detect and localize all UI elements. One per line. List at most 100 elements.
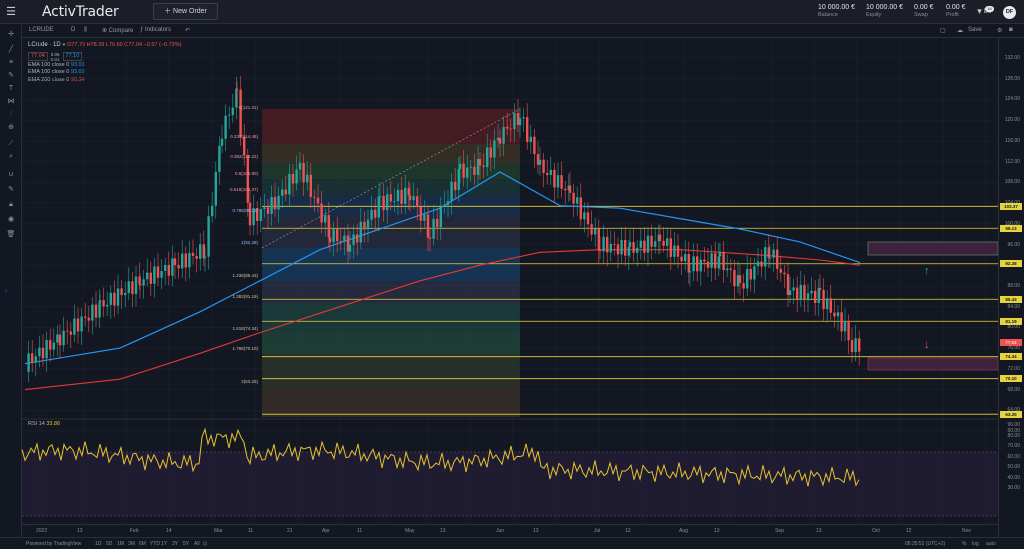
candle-body [153, 266, 156, 284]
candle-body [127, 281, 130, 293]
candle-body [556, 175, 560, 188]
candle-body [818, 287, 822, 290]
candle-body [583, 212, 586, 220]
candle-body [803, 284, 806, 300]
candle-body [246, 155, 249, 203]
candle-body [654, 241, 657, 247]
candle-body [462, 163, 465, 178]
range-button-1m[interactable]: 1M [117, 541, 124, 547]
time-tick: May [405, 528, 415, 534]
candle-body [602, 236, 605, 252]
candle-body [753, 266, 756, 280]
candle-body [666, 238, 669, 246]
auto-toggle[interactable]: auto [986, 541, 996, 547]
candle-body [412, 196, 415, 201]
candle-body [606, 236, 609, 253]
level-price-label: 70.10 [1000, 375, 1022, 383]
range-button-all[interactable]: All [194, 541, 200, 547]
range-button-5d[interactable]: 5D [106, 541, 112, 547]
candle-body [506, 126, 509, 129]
candle-body [382, 195, 385, 211]
candle-body [211, 205, 214, 217]
fib-level-label: 0.382(110.22) [230, 154, 258, 159]
fib-level-label: 1.786(70.10) [232, 346, 258, 351]
candle-body [792, 287, 795, 291]
price-chart[interactable]: ↑ ↓ 0(121.31) 0.236(114.48) 0.382(110.22) 0… [0, 0, 1024, 549]
fib-zone-5 [262, 216, 520, 248]
candle-body [102, 300, 105, 307]
range-button-1y[interactable]: 1Y [161, 541, 167, 547]
percent-toggle[interactable]: % [962, 541, 966, 547]
candle-body [378, 195, 382, 197]
candle-body [324, 215, 327, 223]
candle-body [466, 167, 469, 178]
candle-body [302, 162, 305, 183]
candle-body [486, 147, 489, 167]
candle-body [306, 174, 309, 183]
candle-body [363, 221, 366, 230]
target-box-upper [867, 241, 999, 256]
candle-body [134, 276, 138, 294]
candle-body [120, 288, 123, 296]
candle-body [356, 234, 359, 243]
candle-body [66, 330, 69, 332]
price-tick: 72.00 [1007, 365, 1020, 372]
candle-body [639, 240, 642, 248]
candle-body [146, 272, 149, 280]
candle-body [454, 181, 457, 190]
log-toggle[interactable]: log [972, 541, 979, 547]
candle-body [348, 244, 352, 252]
candle-body [788, 290, 792, 296]
candle-body [263, 207, 266, 210]
level-price-label: 85.43 [1000, 295, 1022, 303]
candle-body [224, 115, 227, 139]
time-tick: 2022 [36, 528, 48, 534]
powered-by[interactable]: Powered by TradingView [26, 541, 81, 547]
candle-body [439, 206, 442, 228]
fib-level-label: 2(63.25) [241, 379, 258, 384]
time-axis[interactable]: 2022 13 Feb 14 Mar 11 21 Apr 11 May 13 Jun 13 Jul 13 Au… [22, 524, 998, 536]
candle-body [106, 304, 109, 307]
target-box-lower [867, 357, 999, 371]
range-button-5y[interactable]: 5Y [183, 541, 189, 547]
candle-body [327, 215, 330, 238]
range-button-3y[interactable]: 3Y [172, 541, 178, 547]
price-tick: 88.00 [1007, 282, 1020, 289]
candle-body [171, 258, 174, 276]
candle-body [726, 268, 729, 271]
candle-body [717, 256, 720, 269]
candle-body [214, 171, 217, 206]
candle-body [643, 240, 646, 253]
candle-body [34, 356, 37, 363]
fib-level-label: 0.618(103.37) [230, 187, 259, 192]
range-button-ytd[interactable]: YTD [150, 541, 160, 547]
range-button-1d[interactable]: 1D [95, 541, 101, 547]
candle-body [177, 265, 180, 269]
candle-body [309, 174, 312, 197]
date-range-icon[interactable]: ⊡ [203, 541, 207, 547]
candle-body [632, 242, 635, 253]
price-axis[interactable]: 132.00 128.00 124.00 120.00 116.00 112.00 108.… [998, 38, 1024, 538]
candle-body [56, 334, 59, 343]
candle-body [836, 312, 840, 317]
range-button-3m[interactable]: 3M [128, 541, 135, 547]
candle-body [457, 169, 460, 190]
candle-body [320, 203, 323, 223]
candle-body [181, 253, 184, 269]
candle-body [243, 136, 246, 156]
candle-body [714, 253, 717, 269]
candle-body [729, 268, 732, 270]
candle-body [73, 318, 76, 335]
range-button-6m[interactable]: 6M [139, 541, 146, 547]
candle-body [80, 316, 83, 332]
candle-body [817, 287, 820, 303]
time-tick: Sep [775, 528, 784, 534]
candle-body [699, 259, 702, 272]
candle-body [220, 138, 224, 146]
fib-level-label: 1.382(81.19) [232, 294, 258, 299]
fib-zone-10 [262, 354, 520, 387]
candle-body [291, 173, 295, 184]
candle-body [443, 204, 446, 207]
candle-body [498, 137, 502, 144]
candle-body [84, 316, 87, 318]
